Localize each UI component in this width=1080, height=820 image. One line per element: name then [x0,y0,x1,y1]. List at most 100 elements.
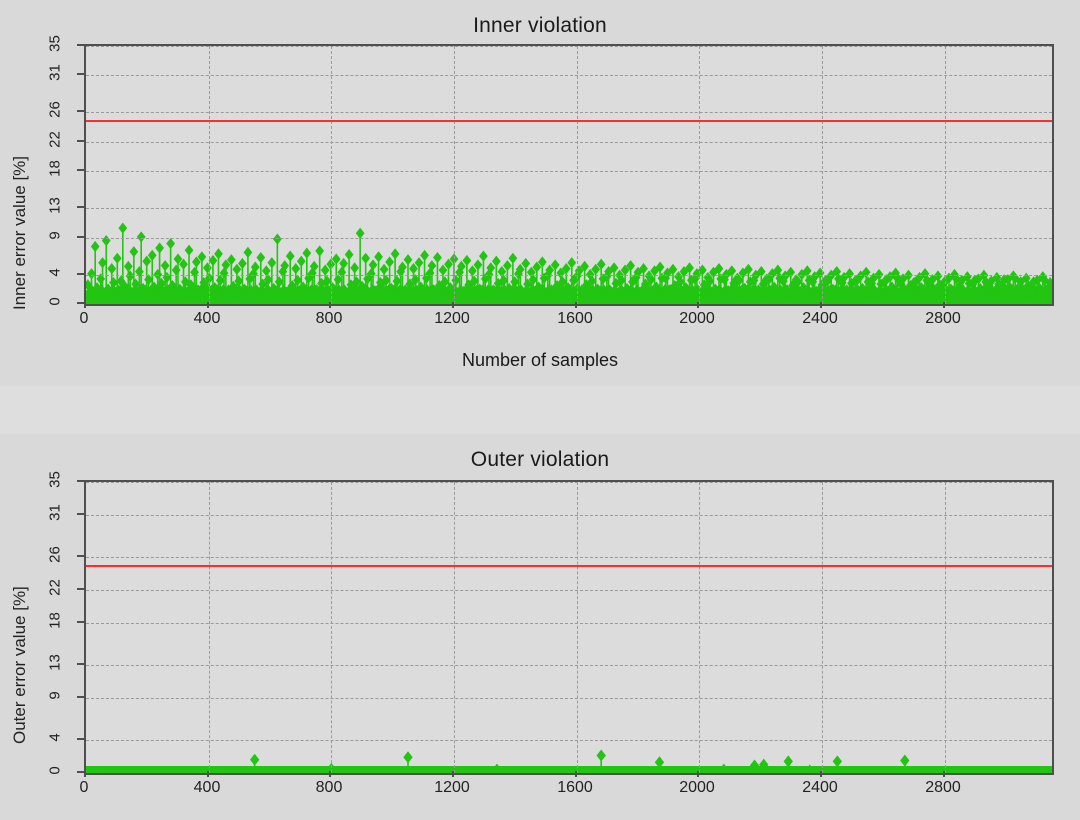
x-tick-label: 2000 [679,779,715,796]
x-tick-label: 2400 [802,310,838,327]
x-tick-label: 800 [315,779,343,796]
gridline-vertical [454,46,455,304]
y-tick-mark [77,273,84,275]
x-tick-mark [697,302,699,308]
x-tick-mark [84,302,86,308]
x-tick-mark [329,302,331,308]
x-tick-mark [575,302,577,308]
y-tick-mark [77,480,84,482]
gridline-horizontal [86,515,1052,516]
y-tick-mark [77,236,84,238]
y-tick-mark [77,44,84,46]
x-tick-mark [820,302,822,308]
y-tick-mark [77,140,84,142]
x-tick-mark [575,771,577,777]
x-tick-label: 2400 [802,779,838,796]
y-tick-mark [77,302,84,304]
gridline-vertical [577,46,578,304]
x-tick-mark [697,771,699,777]
x-tick-mark [452,302,454,308]
x-tick-label: 0 [79,779,89,796]
y-tick-label: 22 [46,131,64,148]
y-tick-mark [77,110,84,112]
gridline-horizontal [86,623,1052,624]
x-tick-mark [820,771,822,777]
x-tick-mark [84,771,86,777]
gridline-horizontal [86,112,1052,113]
x-tick-mark [207,771,209,777]
y-tick-mark [77,663,84,665]
series-outer-violation [86,749,1052,773]
x-tick-mark [943,302,945,308]
gridline-horizontal [86,75,1052,76]
y-tick-mark [77,206,84,208]
gridline-vertical [331,46,332,304]
y-tick-label: 31 [46,64,64,81]
y-tick-label: 4 [46,733,64,742]
y-tick-mark [77,513,84,515]
gridline-vertical [945,46,946,304]
gridline-horizontal [86,275,1052,276]
plot-area-outer [84,480,1054,775]
y-tick-label: 22 [46,579,64,596]
gridline-horizontal [86,142,1052,143]
chart-panel-outer-violation: Outer violation Outer error value [%] 0 4… [0,434,1080,820]
y-tick-mark [77,696,84,698]
gridline-vertical [822,482,823,773]
gridline-vertical [209,482,210,773]
y-tick-mark [77,555,84,557]
gridline-horizontal [86,238,1052,239]
y-tick-mark [77,771,84,773]
y-tick-label: 9 [46,691,64,700]
gridline-vertical [822,46,823,304]
x-tick-label: 2800 [925,779,961,796]
y-tick-label: 18 [46,160,64,177]
chart-panel-inner-violation: Inner violation Inner error value [%] 0 4… [0,0,1080,390]
gridline-horizontal [86,208,1052,209]
panel-separator-band [0,386,1080,434]
y-tick-mark [77,621,84,623]
y-tick-mark [77,169,84,171]
gridline-horizontal [86,665,1052,666]
threshold-line [86,565,1052,567]
y-tick-label: 35 [46,35,64,52]
screenshot-root: Inner violation Inner error value [%] 0 4… [0,0,1080,820]
gridline-horizontal [86,171,1052,172]
gridline-horizontal [86,698,1052,699]
gridline-horizontal [86,557,1052,558]
x-tick-mark [452,771,454,777]
chart-title-inner: Inner violation [473,14,607,37]
gridline-vertical [699,482,700,773]
gridline-vertical [454,482,455,773]
x-axis-label-inner: Number of samples [461,350,619,370]
x-tick-mark [329,771,331,777]
gridline-horizontal [86,740,1052,741]
y-tick-label: 4 [46,268,64,277]
gridline-vertical [577,482,578,773]
x-tick-label: 0 [79,310,89,327]
x-tick-label: 400 [193,779,221,796]
y-tick-mark [77,738,84,740]
y-tick-label: 26 [46,101,64,118]
y-tick-label: 35 [46,471,64,488]
x-tick-label: 1200 [434,310,470,327]
y-tick-label: 13 [46,654,64,671]
gridline-horizontal [86,590,1052,591]
x-tick-label: 800 [315,310,343,327]
y-tick-label: 13 [46,197,64,214]
y-tick-mark [77,73,84,75]
y-tick-label: 31 [46,504,64,521]
x-tick-label: 2800 [925,310,961,327]
y-tick-label: 9 [46,231,64,240]
x-tick-label: 2000 [679,310,715,327]
x-tick-label: 400 [193,310,221,327]
y-axis-label-outer: Outer error value [%] [10,586,29,744]
chart-title-outer: Outer violation [470,448,610,471]
series-inner-violation [86,222,1052,304]
x-tick-mark [207,302,209,308]
gridline-vertical [699,46,700,304]
gridline-horizontal [86,46,1052,47]
threshold-line [86,120,1052,122]
y-tick-label: 18 [46,612,64,629]
x-tick-label: 1600 [557,310,593,327]
